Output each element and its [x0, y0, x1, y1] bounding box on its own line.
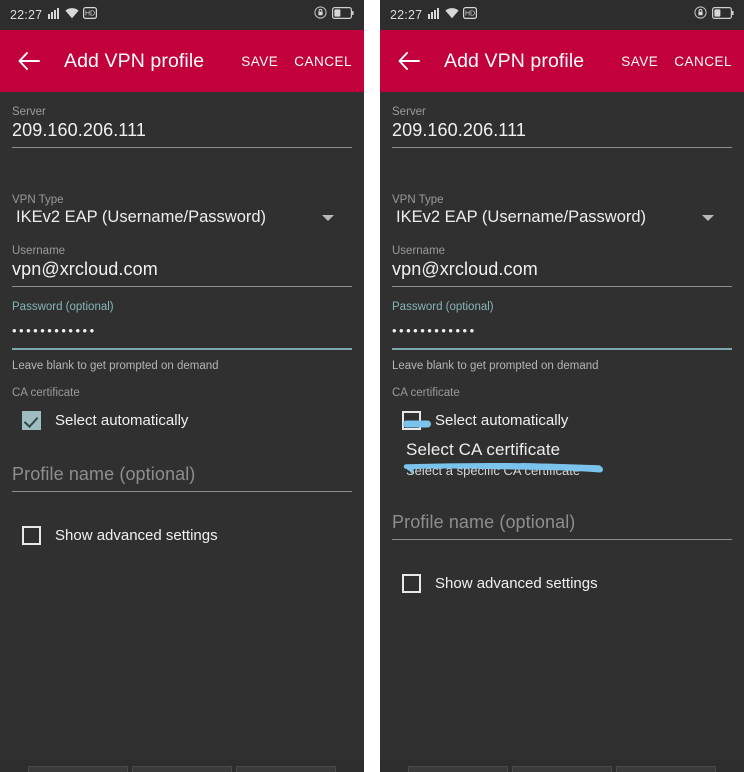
recents-key[interactable] [616, 766, 716, 772]
profile-name-field[interactable]: Profile name (optional) [12, 430, 352, 492]
password-label: Password (optional) [392, 301, 494, 313]
back-key[interactable] [408, 766, 508, 772]
wifi-icon [445, 6, 459, 24]
username-field[interactable]: Username vpn@xrcloud.com [392, 231, 732, 287]
show-advanced-settings-label: Show advanced settings [435, 575, 598, 592]
hd-icon: HD [83, 6, 98, 24]
rotation-lock-icon [694, 6, 707, 24]
username-label: Username [12, 245, 66, 257]
show-advanced-settings-row[interactable]: Show advanced settings [392, 540, 732, 593]
wifi-icon [65, 6, 79, 24]
password-helper-text: Leave blank to get prompted on demand [392, 360, 599, 372]
save-button[interactable]: SAVE [621, 54, 658, 69]
recents-key[interactable] [236, 766, 336, 772]
profile-name-field[interactable]: Profile name (optional) [392, 478, 732, 540]
system-nav-bar [380, 760, 744, 772]
status-bar-clock: 22:27 [390, 8, 423, 22]
username-input[interactable]: vpn@xrcloud.com [392, 259, 732, 286]
show-advanced-settings-checkbox[interactable] [22, 526, 41, 545]
select-ca-certificate-item[interactable]: Select CA certificate Select a specific … [392, 430, 732, 478]
status-bar-right-icons [314, 6, 354, 24]
select-automatically-label: Select automatically [435, 412, 569, 429]
page-title: Add VPN profile [444, 49, 585, 72]
page-title: Add VPN profile [64, 49, 205, 72]
vpn-type-label: VPN Type [12, 194, 64, 206]
rotation-lock-icon [314, 6, 327, 24]
vpn-type-select[interactable]: IKEv2 EAP (Username/Password) [392, 208, 732, 231]
phone-screen-before: 22:27 HD Add VPN profile SAVE CANCEL Ser… [0, 0, 364, 772]
select-ca-certificate-subtitle: Select a specific CA certificate [406, 463, 581, 478]
profile-name-input[interactable]: Profile name (optional) [12, 464, 352, 491]
hd-icon: HD [463, 6, 478, 24]
show-advanced-settings-label: Show advanced settings [55, 527, 218, 544]
signal-icon [48, 6, 61, 24]
vpn-form: Server 209.160.206.111 VPN Type IKEv2 EA… [0, 92, 364, 772]
password-label: Password (optional) [12, 301, 114, 313]
vpn-type-field[interactable]: VPN Type IKEv2 EAP (Username/Password) [12, 148, 352, 231]
phone-screen-after: 22:27 HD Add VPN profile SAVE CANCEL Ser… [380, 0, 744, 772]
back-arrow-icon[interactable] [392, 44, 426, 78]
username-input[interactable]: vpn@xrcloud.com [12, 259, 352, 286]
server-input[interactable]: 209.160.206.111 [392, 120, 732, 147]
password-input[interactable]: •••••••••••• [392, 315, 732, 348]
ca-certificate-section: CA certificate Select automatically Sele… [392, 372, 732, 478]
back-key[interactable] [28, 766, 128, 772]
select-automatically-label: Select automatically [55, 412, 189, 429]
server-field[interactable]: Server 209.160.206.111 [392, 92, 732, 148]
home-key[interactable] [132, 766, 232, 772]
status-bar-clock: 22:27 [10, 8, 43, 22]
cancel-button[interactable]: CANCEL [294, 54, 352, 69]
profile-name-input[interactable]: Profile name (optional) [392, 512, 732, 539]
select-automatically-row[interactable]: Select automatically [12, 399, 352, 430]
profile-name-underline [12, 491, 352, 492]
status-bar-right-icons [694, 6, 734, 24]
battery-icon [332, 6, 354, 24]
username-label: Username [392, 245, 446, 257]
comparison-screenshot: 22:27 HD Add VPN profile SAVE CANCEL Ser… [0, 0, 744, 772]
svg-text:HD: HD [85, 11, 95, 18]
select-ca-certificate-title: Select CA certificate [406, 440, 561, 459]
password-field[interactable]: Password (optional) •••••••••••• Leave b… [12, 287, 352, 372]
show-advanced-settings-row[interactable]: Show advanced settings [12, 492, 352, 545]
username-field[interactable]: Username vpn@xrcloud.com [12, 231, 352, 287]
app-bar: Add VPN profile SAVE CANCEL [380, 30, 744, 92]
system-nav-bar [0, 760, 364, 772]
svg-text:HD: HD [465, 11, 475, 18]
chevron-down-icon[interactable] [322, 214, 334, 221]
status-bar: 22:27 HD [380, 0, 744, 30]
vpn-type-value: IKEv2 EAP (Username/Password) [396, 208, 647, 226]
ca-certificate-label: CA certificate [12, 387, 80, 399]
select-automatically-checkbox[interactable] [402, 411, 421, 430]
signal-icon [428, 6, 441, 24]
cancel-button[interactable]: CANCEL [674, 54, 732, 69]
server-label: Server [392, 106, 426, 118]
server-label: Server [12, 106, 46, 118]
password-helper-text: Leave blank to get prompted on demand [12, 360, 219, 372]
password-field[interactable]: Password (optional) •••••••••••• Leave b… [392, 287, 732, 372]
back-arrow-icon[interactable] [12, 44, 46, 78]
server-field[interactable]: Server 209.160.206.111 [12, 92, 352, 148]
profile-name-underline [392, 539, 732, 540]
vpn-type-select[interactable]: IKEv2 EAP (Username/Password) [12, 208, 352, 231]
ca-certificate-section: CA certificate Select automatically [12, 372, 352, 430]
select-automatically-checkbox[interactable] [22, 411, 41, 430]
ca-certificate-label: CA certificate [392, 387, 460, 399]
vpn-type-field[interactable]: VPN Type IKEv2 EAP (Username/Password) [392, 148, 732, 231]
app-bar: Add VPN profile SAVE CANCEL [0, 30, 364, 92]
server-input[interactable]: 209.160.206.111 [12, 120, 352, 147]
status-bar-left-icons: HD [428, 6, 478, 24]
battery-icon [712, 6, 734, 24]
save-button[interactable]: SAVE [241, 54, 278, 69]
vpn-type-value: IKEv2 EAP (Username/Password) [16, 208, 267, 226]
home-key[interactable] [512, 766, 612, 772]
select-automatically-row[interactable]: Select automatically [392, 399, 732, 430]
vpn-form: Server 209.160.206.111 VPN Type IKEv2 EA… [380, 92, 744, 772]
status-bar-left-icons: HD [48, 6, 98, 24]
password-input[interactable]: •••••••••••• [12, 315, 352, 348]
show-advanced-settings-checkbox[interactable] [402, 574, 421, 593]
vpn-type-label: VPN Type [392, 194, 444, 206]
status-bar: 22:27 HD [0, 0, 364, 30]
chevron-down-icon[interactable] [702, 214, 714, 221]
